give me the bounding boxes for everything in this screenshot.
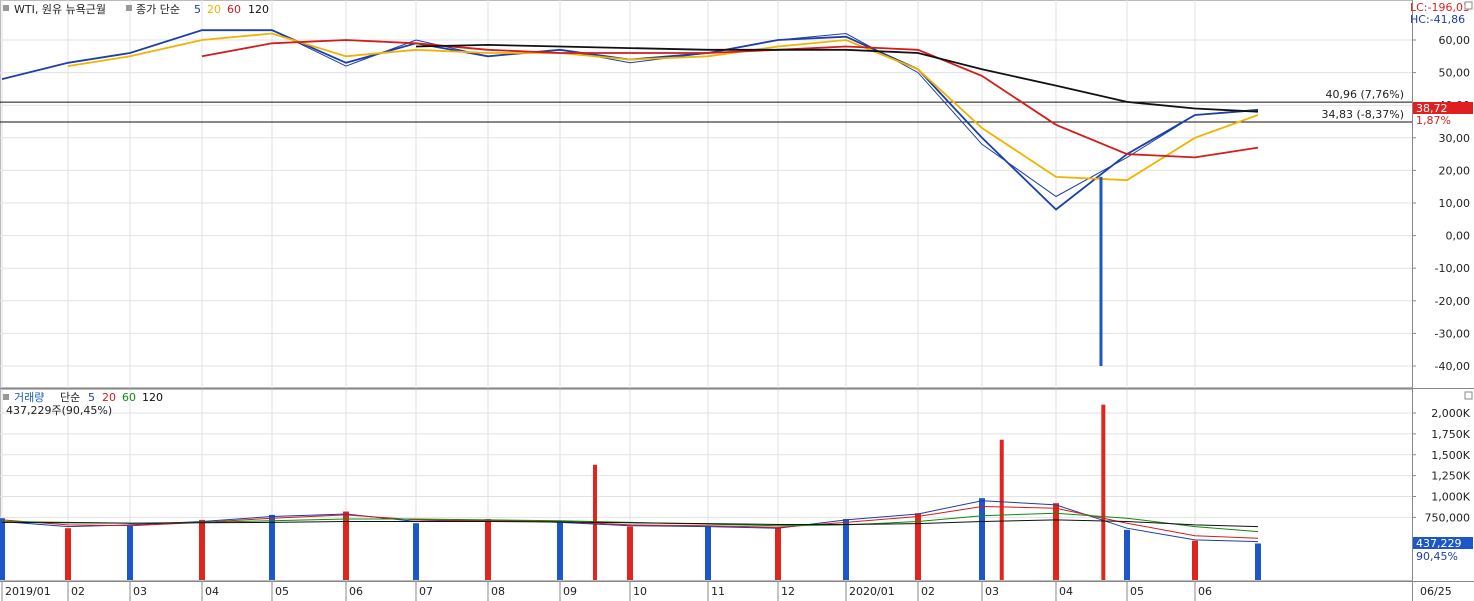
volume-ma-20: 20 bbox=[102, 391, 116, 404]
volume-value-text: 437,229주(90,45%) bbox=[6, 404, 112, 417]
x-tick-label: 02 bbox=[921, 585, 935, 598]
price-tick-label: 60,00 bbox=[1439, 34, 1471, 47]
chart-canvas: 60,0050,0040,0030,0020,0010,000,00-10,00… bbox=[0, 0, 1474, 601]
volume-ma-60: 60 bbox=[122, 391, 136, 404]
volume-bar bbox=[1192, 540, 1198, 580]
chart-title: WTI, 원유 뉴욕근월 bbox=[14, 3, 106, 16]
price-legend-icon bbox=[126, 5, 132, 11]
x-tick-label: 10 bbox=[633, 585, 647, 598]
volume-bar bbox=[627, 526, 633, 580]
x-axis: 2019/01 02 03 04 05 06 07 08 09 10 11 12 2020/01 02 03… bbox=[1, 582, 1452, 601]
x-tick-label: 02 bbox=[71, 585, 85, 598]
price-ma-20: 20 bbox=[207, 3, 221, 16]
marker-label-high: 40,96 (7,76%) bbox=[1325, 88, 1404, 101]
price-ma-60: 60 bbox=[227, 3, 241, 16]
x-tick-label: 04 bbox=[1059, 585, 1073, 598]
price-panel-frame bbox=[0, 0, 1413, 388]
price-tick-label: 30,00 bbox=[1439, 132, 1471, 145]
x-tick-label: 2020/01 bbox=[849, 585, 895, 598]
x-tick-label: 03 bbox=[985, 585, 999, 598]
price-tick-label: -40,00 bbox=[1435, 360, 1470, 373]
volume-bar bbox=[1124, 529, 1130, 580]
x-tick-label: 05 bbox=[275, 585, 289, 598]
volume-percent-value: 90,45% bbox=[1416, 550, 1458, 563]
volume-bar bbox=[413, 523, 419, 580]
x-tick-label: 04 bbox=[205, 585, 219, 598]
x-tick-label: 12 bbox=[781, 585, 795, 598]
volume-tick-label: 1,500K bbox=[1431, 449, 1470, 462]
price-legend-label: 종가 단순 bbox=[136, 3, 180, 16]
volume-bar bbox=[557, 521, 563, 580]
price-ma-5: 5 bbox=[194, 3, 201, 16]
x-tick-label: 07 bbox=[419, 585, 433, 598]
x-tick-label: 03 bbox=[133, 585, 147, 598]
price-series-line-60 bbox=[201, 39, 1259, 159]
volume-title: 거래량 bbox=[14, 391, 44, 404]
volume-bar bbox=[979, 498, 985, 580]
volume-bar bbox=[1255, 543, 1261, 580]
price-series-line-20 bbox=[67, 32, 1259, 182]
hc-label: HC:-41,86 bbox=[1410, 13, 1465, 26]
marker-label-low: 34,83 (-8,37%) bbox=[1322, 108, 1404, 121]
x-tick-label: 08 bbox=[491, 585, 505, 598]
volume-scroll-button[interactable] bbox=[1464, 391, 1473, 400]
price-tick-label: -20,00 bbox=[1435, 295, 1470, 308]
volume-current-value: 437,229 bbox=[1416, 537, 1462, 550]
volume-bar bbox=[0, 518, 5, 580]
price-scroll-button[interactable] bbox=[1464, 1, 1473, 10]
grid-lines bbox=[0, 0, 1412, 581]
price-tick-label: 50,00 bbox=[1439, 67, 1471, 80]
price-tick-label: -30,00 bbox=[1435, 327, 1470, 340]
volume-panel-icon[interactable] bbox=[3, 394, 9, 400]
volume-bar bbox=[775, 528, 781, 580]
price-tick-label: -10,00 bbox=[1435, 262, 1470, 275]
volume-bar bbox=[1053, 503, 1059, 580]
x-tick-label: 06 bbox=[349, 585, 363, 598]
volume-bar bbox=[65, 528, 71, 580]
price-tick-label: 20,00 bbox=[1439, 164, 1471, 177]
volume-bar bbox=[269, 514, 275, 580]
x-tick-label: 09 bbox=[563, 585, 577, 598]
volume-tick-label: 1,250K bbox=[1431, 470, 1470, 483]
price-tick-label: 0,00 bbox=[1446, 230, 1471, 243]
volume-tick-label: 1,000K bbox=[1431, 491, 1470, 504]
volume-tick-label: 750,000 bbox=[1425, 511, 1471, 524]
x-tick-label: 11 bbox=[711, 585, 725, 598]
volume-peak-bar bbox=[1101, 404, 1106, 580]
volume-bar bbox=[485, 519, 491, 580]
volume-ma-120: 120 bbox=[142, 391, 163, 404]
price-y-axis: 60,0050,0040,0030,0020,0010,000,00-10,00… bbox=[1412, 34, 1470, 373]
volume-bar bbox=[127, 525, 133, 580]
x-tick-label: 2019/01 bbox=[5, 585, 51, 598]
x-tick-label: 06 bbox=[1198, 585, 1212, 598]
volume-peak-bar bbox=[999, 439, 1004, 580]
volume-tick-label: 1,750K bbox=[1431, 428, 1470, 441]
volume-tick-label: 2,000K bbox=[1431, 407, 1470, 420]
volume-ma-5: 5 bbox=[88, 391, 95, 404]
x-tick-label-end: 06/25 bbox=[1420, 585, 1452, 598]
volume-bar bbox=[843, 519, 849, 580]
volume-y-axis: 2,000K 1,750K 1,500K 1,250K 1,000K 750,000 bbox=[1412, 407, 1471, 524]
volume-bar bbox=[199, 519, 205, 580]
price-change-value: 1,87% bbox=[1416, 114, 1451, 127]
price-tick-label: 10,00 bbox=[1439, 197, 1471, 210]
price-panel-icon[interactable] bbox=[3, 5, 9, 11]
volume-bar bbox=[705, 525, 711, 580]
x-tick-label: 05 bbox=[1130, 585, 1144, 598]
price-ma-120: 120 bbox=[248, 3, 269, 16]
volume-avg-label: 단순 bbox=[60, 391, 80, 404]
